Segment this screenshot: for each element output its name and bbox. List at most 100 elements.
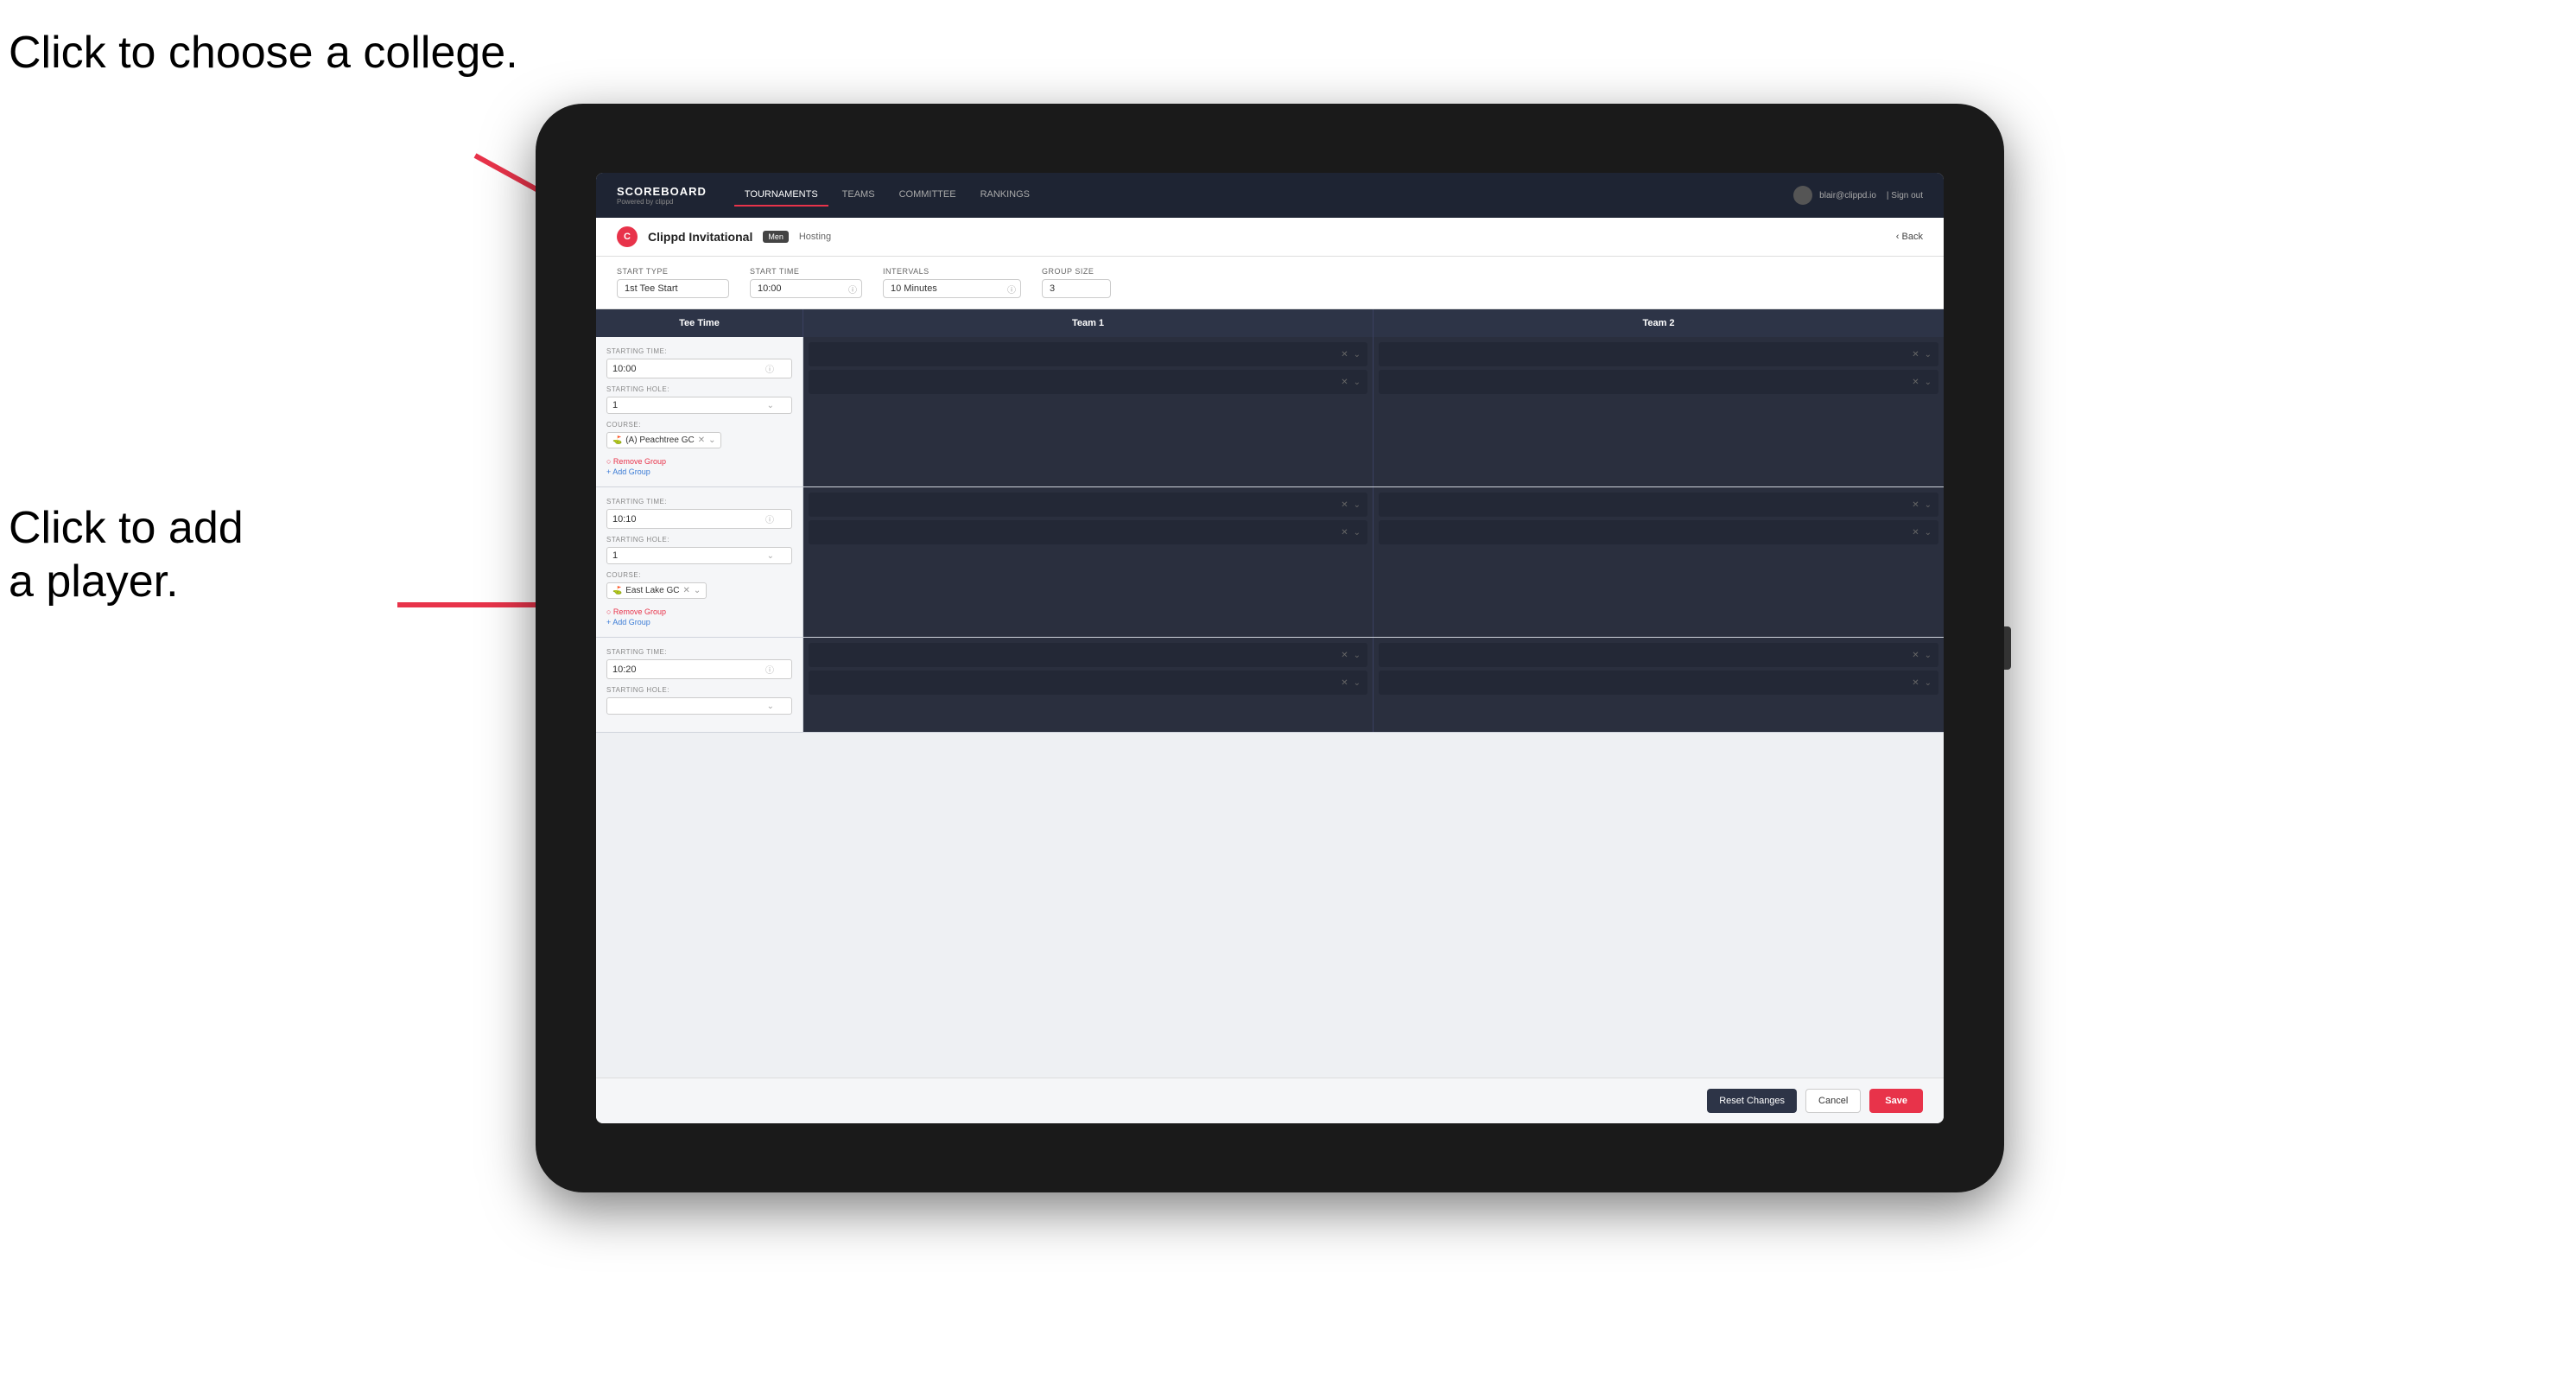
player-row[interactable]: ✕ ⌄ <box>809 671 1367 695</box>
player-more-btn[interactable]: ⌄ <box>1925 378 1932 387</box>
app-footer: Reset Changes Cancel Save <box>596 1078 1944 1123</box>
add-group-btn-1[interactable]: + Add Group <box>606 467 792 476</box>
group-size-label: Group Size <box>1042 267 1111 276</box>
navbar-right: blair@clippd.io | Sign out <box>1793 186 1923 205</box>
player-more-btn[interactable]: ⌄ <box>1354 678 1361 688</box>
user-avatar <box>1793 186 1812 205</box>
start-type-input-wrap: 1st Tee Start <box>617 279 729 298</box>
player-x-btn[interactable]: ✕ <box>1341 528 1348 537</box>
player-row[interactable]: ✕ ⌄ <box>1379 671 1938 695</box>
course-name-2: East Lake GC <box>625 586 679 595</box>
starting-hole-value-2[interactable]: 1 ⌄ <box>606 547 792 564</box>
course-remove-1[interactable]: ✕ <box>698 436 705 445</box>
player-x-btn[interactable]: ✕ <box>1341 678 1348 688</box>
cancel-button[interactable]: Cancel <box>1805 1089 1861 1113</box>
nav-rankings[interactable]: RANKINGS <box>970 184 1040 207</box>
brand-sub: Powered by clippd <box>617 198 707 206</box>
player-row[interactable]: ✕ ⌄ <box>1379 520 1938 544</box>
player-x-btn[interactable]: ✕ <box>1341 651 1348 660</box>
group-size-group: Group Size 3 <box>1042 267 1111 298</box>
main-content[interactable]: STARTING TIME: 10:00 ⓘ STARTING HOLE: 1 … <box>596 337 1944 1078</box>
player-x-btn[interactable]: ✕ <box>1912 378 1919 387</box>
group-left-1: STARTING TIME: 10:00 ⓘ STARTING HOLE: 1 … <box>596 337 803 486</box>
player-x-btn[interactable]: ✕ <box>1341 500 1348 510</box>
player-x-btn[interactable]: ✕ <box>1912 350 1919 359</box>
starting-time-value-3[interactable]: 10:20 ⓘ <box>606 659 792 679</box>
player-row[interactable]: ✕ ⌄ <box>1379 643 1938 667</box>
player-row[interactable]: ✕ ⌄ <box>809 370 1367 394</box>
nav-tournaments[interactable]: TOURNAMENTS <box>734 184 828 207</box>
starting-hole-label-1: STARTING HOLE: <box>606 385 792 393</box>
player-row[interactable]: ✕ ⌄ <box>1379 493 1938 517</box>
course-icon-1: ⛳ <box>612 436 622 445</box>
intervals-group: Intervals 10 Minutes ⓘ <box>883 267 1021 298</box>
player-more-btn[interactable]: ⌄ <box>1354 378 1361 387</box>
starting-hole-label-2: STARTING HOLE: <box>606 536 792 544</box>
course-tag-2[interactable]: ⛳ East Lake GC ✕ ⌄ <box>606 582 707 599</box>
clippd-logo: C <box>617 226 638 247</box>
annotation-add-player: Click to adda player. <box>9 501 244 609</box>
start-type-select[interactable]: 1st Tee Start <box>617 279 729 298</box>
start-time-select[interactable]: 10:00 <box>750 279 862 298</box>
course-remove-2[interactable]: ✕ <box>682 586 689 595</box>
player-row[interactable]: ✕ ⌄ <box>809 643 1367 667</box>
reset-changes-button[interactable]: Reset Changes <box>1707 1089 1797 1113</box>
player-more-btn[interactable]: ⌄ <box>1925 678 1932 688</box>
group-actions-2: ○ Remove Group + Add Group <box>606 607 792 626</box>
starting-time-value-2[interactable]: 10:10 ⓘ <box>606 509 792 529</box>
player-row[interactable]: ✕ ⌄ <box>1379 370 1938 394</box>
course-chevron-2[interactable]: ⌄ <box>694 586 701 595</box>
intervals-input-wrap: 10 Minutes ⓘ <box>883 279 1021 298</box>
info-icon: ⓘ <box>848 283 857 296</box>
player-row[interactable]: ✕ ⌄ <box>809 520 1367 544</box>
group-left-3: STARTING TIME: 10:20 ⓘ STARTING HOLE: ⌄ <box>596 638 803 732</box>
starting-hole-value-1[interactable]: 1 ⌄ <box>606 397 792 414</box>
starting-time-value-1[interactable]: 10:00 ⓘ <box>606 359 792 378</box>
player-row[interactable]: ✕ ⌄ <box>1379 342 1938 366</box>
group-size-select[interactable]: 3 <box>1042 279 1111 298</box>
player-more-btn[interactable]: ⌄ <box>1925 651 1932 660</box>
player-x-btn[interactable]: ✕ <box>1341 350 1348 359</box>
course-chevron-1[interactable]: ⌄ <box>708 436 715 445</box>
player-x-btn[interactable]: ✕ <box>1912 528 1919 537</box>
tournament-name: Clippd Invitational <box>648 230 752 244</box>
sign-out-link[interactable]: | Sign out <box>1887 191 1923 200</box>
tablet-device: SCOREBOARD Powered by clippd TOURNAMENTS… <box>536 104 2004 1192</box>
player-more-btn[interactable]: ⌄ <box>1925 350 1932 359</box>
nav-teams[interactable]: TEAMS <box>832 184 885 207</box>
save-button[interactable]: Save <box>1869 1089 1923 1113</box>
player-more-btn[interactable]: ⌄ <box>1354 528 1361 537</box>
player-row[interactable]: ✕ ⌄ <box>809 342 1367 366</box>
player-more-btn[interactable]: ⌄ <box>1354 651 1361 660</box>
player-more-btn[interactable]: ⌄ <box>1354 350 1361 359</box>
table-row: STARTING TIME: 10:20 ⓘ STARTING HOLE: ⌄ … <box>596 638 1944 733</box>
nav-bar: TOURNAMENTS TEAMS COMMITTEE RANKINGS <box>734 184 1793 207</box>
player-x-btn[interactable]: ✕ <box>1912 500 1919 510</box>
player-x-btn[interactable]: ✕ <box>1912 651 1919 660</box>
sub-header-left: C Clippd Invitational Men Hosting <box>617 226 831 247</box>
player-row[interactable]: ✕ ⌄ <box>809 493 1367 517</box>
starting-hole-value-3[interactable]: ⌄ <box>606 697 792 715</box>
team1-players-1: ✕ ⌄ ✕ ⌄ <box>803 337 1374 486</box>
remove-group-btn-1[interactable]: ○ Remove Group <box>606 457 792 466</box>
start-time-label: Start Time <box>750 267 862 276</box>
start-time-group: Start Time 10:00 ⓘ <box>750 267 862 298</box>
brand: SCOREBOARD Powered by clippd <box>617 185 707 206</box>
add-group-btn-2[interactable]: + Add Group <box>606 618 792 626</box>
player-more-btn[interactable]: ⌄ <box>1925 500 1932 510</box>
course-tag-1[interactable]: ⛳ (A) Peachtree GC ✕ ⌄ <box>606 432 721 448</box>
nav-committee[interactable]: COMMITTEE <box>889 184 967 207</box>
player-x-btn[interactable]: ✕ <box>1341 378 1348 387</box>
remove-group-btn-2[interactable]: ○ Remove Group <box>606 607 792 616</box>
back-button[interactable]: ‹ Back <box>1896 232 1923 242</box>
start-time-input-wrap: 10:00 ⓘ <box>750 279 862 298</box>
player-more-btn[interactable]: ⌄ <box>1354 500 1361 510</box>
player-x-btn[interactable]: ✕ <box>1912 678 1919 688</box>
tee-time-header: Tee Time <box>596 309 803 337</box>
table-row: STARTING TIME: 10:10 ⓘ STARTING HOLE: 1 … <box>596 487 1944 638</box>
intervals-select[interactable]: 10 Minutes <box>883 279 1021 298</box>
tablet-screen: SCOREBOARD Powered by clippd TOURNAMENTS… <box>596 173 1944 1123</box>
course-name-1: (A) Peachtree GC <box>625 436 694 445</box>
player-more-btn[interactable]: ⌄ <box>1925 528 1932 537</box>
team2-header: Team 2 <box>1374 309 1944 337</box>
